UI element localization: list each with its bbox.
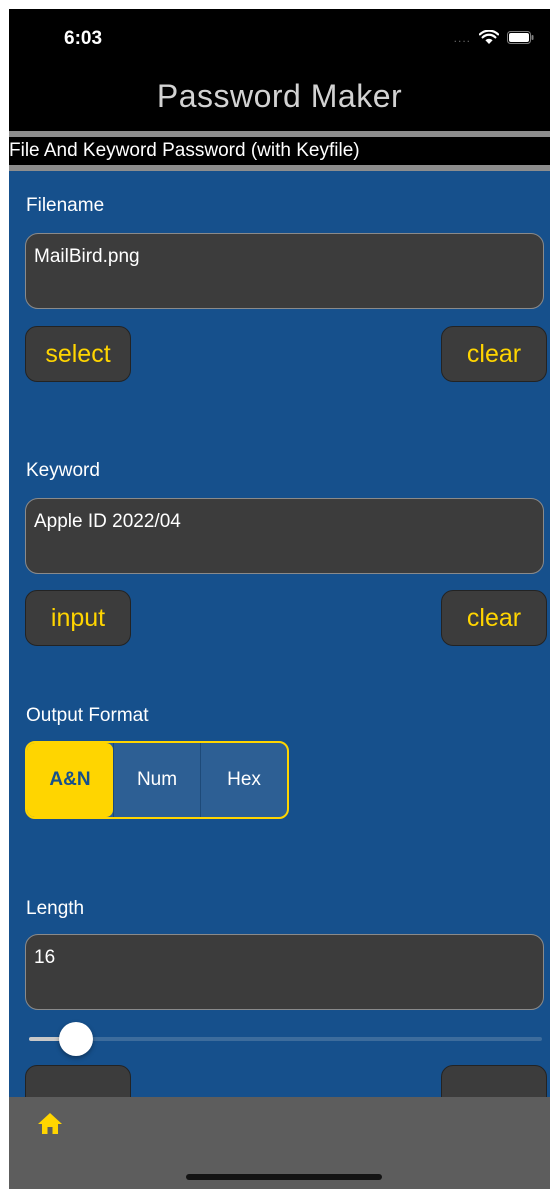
mode-subtitle: File And Keyword Password (with Keyfile) bbox=[9, 137, 550, 165]
home-icon[interactable] bbox=[37, 1111, 63, 1137]
status-bar: 6:03 .... bbox=[9, 9, 550, 75]
wifi-icon bbox=[479, 30, 499, 44]
length-label: Length bbox=[26, 898, 85, 919]
filename-field[interactable]: MailBird.png bbox=[25, 233, 544, 309]
navigation-bar: Password Maker bbox=[9, 75, 550, 131]
length-field[interactable]: 16 bbox=[25, 934, 544, 1010]
home-indicator bbox=[186, 1174, 382, 1180]
length-slider[interactable] bbox=[29, 1037, 542, 1041]
keyword-field[interactable]: Apple ID 2022/04 bbox=[25, 498, 544, 574]
format-option-alphanumeric[interactable]: A&N bbox=[27, 743, 113, 817]
keyword-value: Apple ID 2022/04 bbox=[34, 511, 181, 532]
format-option-hex[interactable]: Hex bbox=[200, 743, 287, 817]
subtitle-bar: File And Keyword Password (with Keyfile) bbox=[9, 131, 550, 171]
clear-filename-button[interactable]: clear bbox=[441, 326, 547, 382]
output-format-control: A&N Num Hex bbox=[25, 741, 289, 819]
keyword-label: Keyword bbox=[26, 460, 100, 481]
output-format-label: Output Format bbox=[26, 705, 149, 726]
status-icons: .... bbox=[454, 30, 534, 45]
length-value: 16 bbox=[34, 947, 56, 968]
format-option-num[interactable]: Num bbox=[113, 743, 200, 817]
clear-keyword-button[interactable]: clear bbox=[441, 590, 547, 646]
input-keyword-button[interactable]: input bbox=[25, 590, 131, 646]
battery-icon bbox=[507, 31, 534, 44]
filename-label: Filename bbox=[26, 195, 105, 216]
length-slider-thumb[interactable] bbox=[59, 1022, 93, 1056]
status-time: 6:03 bbox=[64, 28, 103, 49]
filename-value: MailBird.png bbox=[34, 246, 140, 267]
select-file-button[interactable]: select bbox=[25, 326, 131, 382]
signal-icon: .... bbox=[453, 30, 471, 45]
app-screen: 6:03 .... Password Maker File And Keywor… bbox=[9, 9, 550, 1189]
app-title: Password Maker bbox=[156, 78, 403, 114]
